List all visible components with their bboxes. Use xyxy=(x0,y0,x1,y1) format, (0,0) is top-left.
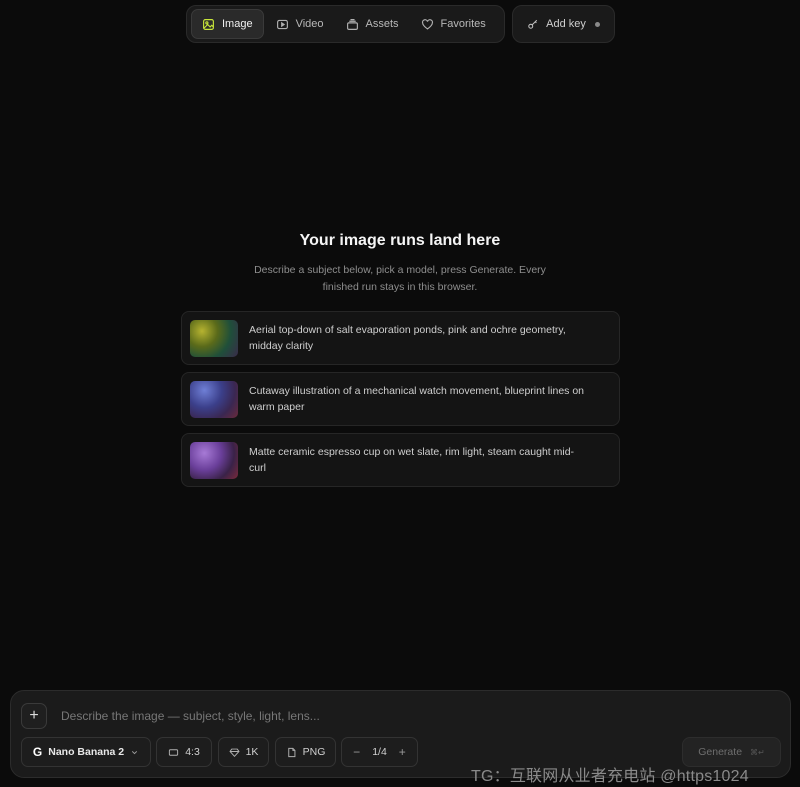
aspect-ratio-selector[interactable]: 4:3 xyxy=(156,737,212,767)
count-decrement-button[interactable]: − xyxy=(353,745,360,759)
image-icon xyxy=(203,18,214,30)
count-increment-button[interactable]: + xyxy=(399,745,406,759)
model-selector[interactable]: G Nano Banana 2 xyxy=(21,737,151,767)
add-attachment-button[interactable]: + xyxy=(21,703,47,729)
file-icon xyxy=(287,747,296,757)
empty-state: Your image runs land here Describe a sub… xyxy=(0,228,800,296)
google-logo-icon: G xyxy=(32,745,43,759)
suggestion-list: Aerial top-down of salt evaporation pond… xyxy=(181,311,620,487)
aspect-ratio-icon xyxy=(169,748,179,756)
suggestion-thumbnail xyxy=(190,319,238,357)
tab-video[interactable]: Video xyxy=(266,9,334,39)
tab-video-label: Video xyxy=(295,18,324,30)
tab-image-label: Image xyxy=(222,18,253,30)
count-value: 1/4 xyxy=(372,746,387,758)
empty-state-title: Your image runs land here xyxy=(299,232,501,249)
add-key-button[interactable]: Add key xyxy=(512,5,615,43)
suggestion-text: Cutaway illustration of a mechanical wat… xyxy=(249,385,585,413)
mode-tabs: Image Video Assets Favorites xyxy=(186,5,505,43)
aspect-ratio-value: 4:3 xyxy=(185,746,200,758)
empty-state-description: Describe a subject below, pick a model, … xyxy=(254,264,546,293)
generate-shortcut: ⌘↵ xyxy=(750,747,765,757)
suggestion-thumbnail xyxy=(190,380,238,418)
add-key-label: Add key xyxy=(546,18,586,30)
assets-icon xyxy=(346,18,358,30)
format-selector[interactable]: PNG xyxy=(275,737,336,767)
suggestion-thumbnail xyxy=(190,441,238,479)
prompt-input[interactable] xyxy=(59,705,659,727)
heart-icon xyxy=(421,18,433,30)
resolution-value: 1K xyxy=(245,746,259,758)
key-icon xyxy=(528,19,538,29)
resolution-selector[interactable]: 1K xyxy=(218,737,269,767)
tab-assets[interactable]: Assets xyxy=(336,9,409,39)
suggestion-text: Matte ceramic espresso cup on wet slate,… xyxy=(249,446,575,474)
image-count-stepper: − 1/4 + xyxy=(341,737,418,767)
chevron-down-icon xyxy=(132,750,138,754)
tab-assets-label: Assets xyxy=(365,18,399,30)
model-name: Nano Banana 2 xyxy=(48,746,125,758)
video-icon xyxy=(276,19,288,29)
key-status-dot xyxy=(594,21,600,27)
suggestion-card[interactable]: Cutaway illustration of a mechanical wat… xyxy=(181,372,620,426)
suggestion-text: Aerial top-down of salt evaporation pond… xyxy=(249,324,566,352)
diamond-icon xyxy=(228,748,240,757)
suggestion-card[interactable]: Aerial top-down of salt evaporation pond… xyxy=(181,311,620,365)
suggestion-card[interactable]: Matte ceramic espresso cup on wet slate,… xyxy=(181,433,620,487)
watermark-text: TG：互联网从业者充电站 @https1024 xyxy=(471,768,749,785)
tab-favorites[interactable]: Favorites xyxy=(411,9,496,39)
generate-label: Generate xyxy=(698,746,743,758)
format-value: PNG xyxy=(302,746,326,758)
tab-image[interactable]: Image xyxy=(191,9,264,39)
tab-favorites-label: Favorites xyxy=(440,18,486,30)
